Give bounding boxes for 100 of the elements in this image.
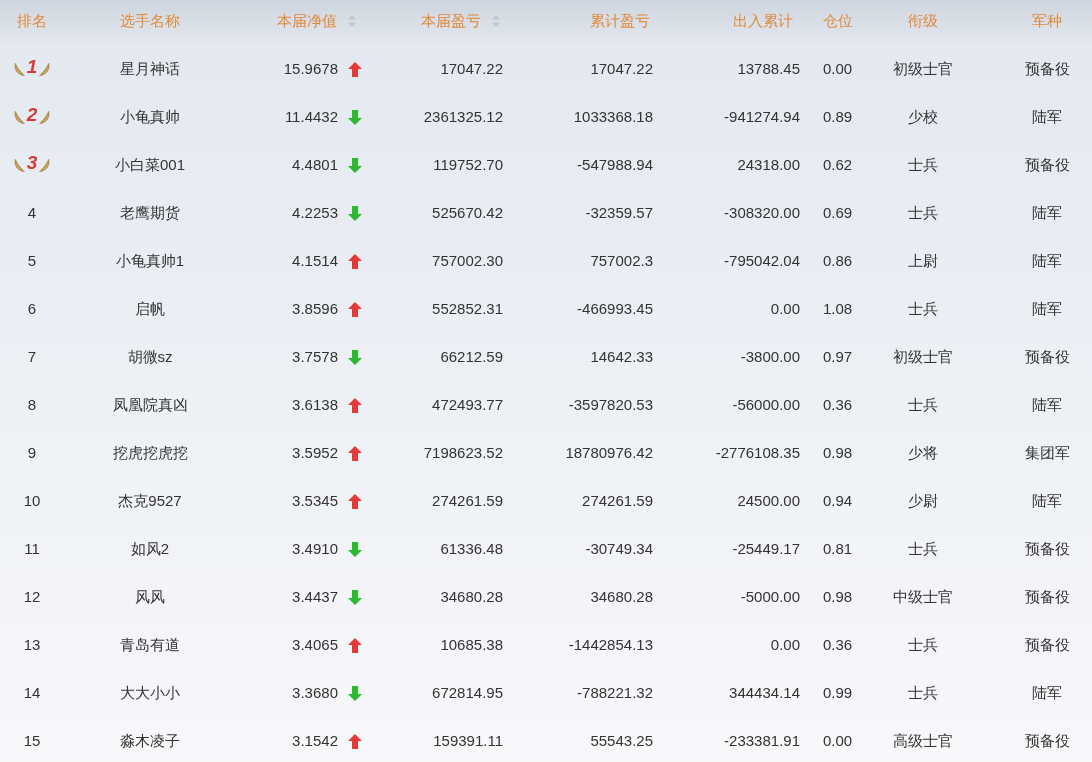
table-cell-text: 0.00 [822, 730, 853, 751]
table-cell-text: 预备役 [1024, 538, 1070, 559]
table-cell-text: 119752.70 [433, 154, 503, 175]
table-cell-text: 24318.00 [737, 154, 800, 175]
table-cell-text: 0.94 [822, 490, 853, 511]
table-cell-text: 陆军 [1032, 106, 1062, 127]
table-cell-text: 13 [23, 634, 41, 655]
laurel-wing-icon [13, 110, 25, 124]
rank-number: 1 [25, 56, 39, 76]
table-cell-text: 预备役 [1024, 586, 1070, 607]
table-cell-text: 7198623.52 [423, 442, 503, 463]
table-cell-text: 陆军 [1032, 682, 1062, 703]
table-cell-text: 士兵 [907, 154, 938, 175]
table-cell-text: -56000.00 [732, 394, 800, 415]
table-cell-text: 0.89 [822, 106, 853, 127]
table-cell-text: 集团军 [1024, 442, 1070, 463]
table-cell-text: 0.86 [822, 250, 853, 271]
table-cell-text: 士兵 [907, 298, 938, 319]
table-cell-text: -308320.00 [724, 202, 800, 223]
table-cell-text: 0.69 [822, 202, 853, 223]
table-cell-text: 8 [27, 394, 37, 415]
table-cell-text: 552852.31 [432, 298, 503, 319]
table-cell-text: 0.00 [770, 634, 800, 655]
table-cell-text: 杰克9527 [118, 490, 182, 511]
table-cell-text: 预备役 [1024, 730, 1070, 751]
laurel-wing-icon [39, 62, 51, 76]
column-header[interactable]: 本届净值 [277, 9, 356, 33]
table-cell-text: 159391.11 [433, 730, 503, 751]
table-cell-text: 525670.42 [432, 202, 503, 223]
column-header: 军种 [1032, 10, 1062, 31]
table-cell-text: 0.99 [822, 682, 853, 703]
table-cell-text: 士兵 [907, 682, 938, 703]
table-cell-text: -2776108.35 [715, 442, 800, 463]
table-cell-text: -466993.45 [577, 298, 653, 319]
table-cell-text: -547988.94 [577, 154, 653, 175]
table-cell-text: 0.00 [822, 58, 853, 79]
sort-icon[interactable] [492, 15, 500, 27]
table-cell-text: -25449.17 [732, 538, 800, 559]
table-cell-text: 5 [27, 250, 37, 271]
table-cell-text: 18780976.42 [565, 442, 653, 463]
table-cell-text: 0.36 [822, 634, 853, 655]
table-cell-text: 高级士官 [892, 730, 953, 751]
table-cell-text: 挖虎挖虎挖 [112, 442, 188, 463]
table-cell-text: 陆军 [1032, 250, 1062, 271]
table-cell-text: -941274.94 [724, 106, 800, 127]
table-cell-text: 14642.33 [590, 346, 653, 367]
table-cell-text: 预备役 [1024, 346, 1070, 367]
column-header: 衔级 [907, 10, 938, 31]
table-cell-text: 672814.95 [432, 682, 503, 703]
table-cell-text: 344434.14 [729, 682, 800, 703]
table-cell-text: 11.4432 [284, 106, 338, 127]
table-cell-text: 4.1514 [292, 250, 338, 271]
table-cell-text: 初级士官 [892, 58, 953, 79]
table-cell-text: 757002.3 [590, 250, 653, 271]
table-cell-text: 少尉 [907, 490, 938, 511]
table-cell-text: -5000.00 [740, 586, 800, 607]
column-header[interactable]: 本届盈亏 [421, 9, 500, 33]
table-cell-text: -3800.00 [740, 346, 800, 367]
table-cell-text: 士兵 [907, 634, 938, 655]
table-cell-text: 11 [24, 538, 40, 559]
table-cell-text: 17047.22 [440, 58, 503, 79]
table-cell-text: 757002.30 [432, 250, 503, 271]
table-cell-text: 0.98 [822, 586, 853, 607]
table-cell-text: 预备役 [1024, 634, 1070, 655]
table-cell-text: 274261.59 [432, 490, 503, 511]
table-cell-text: 3.1542 [292, 730, 338, 751]
table-cell-text: -3597820.53 [568, 394, 653, 415]
table-cell-text: 6 [27, 298, 37, 319]
table-cell-text: 14 [23, 682, 41, 703]
table-cell-text: 淼木凌子 [120, 730, 180, 751]
table-cell-text: 中级士官 [892, 586, 953, 607]
table-cell-text: 472493.77 [432, 394, 503, 415]
table-cell-text: 陆军 [1032, 394, 1062, 415]
table-cell-text: -30749.34 [585, 538, 653, 559]
table-cell-text: -795042.04 [724, 250, 800, 271]
table-cell-text: 陆军 [1032, 490, 1062, 511]
laurel-wing-icon [13, 158, 25, 172]
table-cell-text: 34680.28 [590, 586, 653, 607]
table-cell-text: 小龟真帅 [120, 106, 180, 127]
table-cell-text: 15.9678 [283, 58, 338, 79]
table-cell-text: 15 [23, 730, 41, 751]
table-cell-text: 0.62 [822, 154, 853, 175]
table-cell-text: 4.4801 [292, 154, 338, 175]
table-cell-text: 预备役 [1024, 154, 1070, 175]
column-header: 排名 [17, 10, 47, 31]
table-cell-text: -32359.57 [585, 202, 653, 223]
table-cell-text: 3.5345 [292, 490, 338, 511]
table-cell-text: 胡微sz [127, 346, 173, 367]
table-cell-text: 小白菜001 [115, 154, 185, 175]
table-cell-text: 预备役 [1024, 58, 1070, 79]
table-cell-text: 陆军 [1032, 202, 1062, 223]
sort-icon[interactable] [348, 15, 356, 27]
table-cell-text: 4 [27, 202, 37, 223]
laurel-wing-icon [39, 158, 51, 172]
table-cell-text: 青岛有道 [120, 634, 180, 655]
column-header: 累计盈亏 [590, 10, 650, 31]
table-cell-text: 初级士官 [892, 346, 953, 367]
rank-number: 3 [25, 152, 39, 172]
table-cell-text: 66212.59 [440, 346, 503, 367]
table-cell-text: 1033368.18 [573, 106, 653, 127]
